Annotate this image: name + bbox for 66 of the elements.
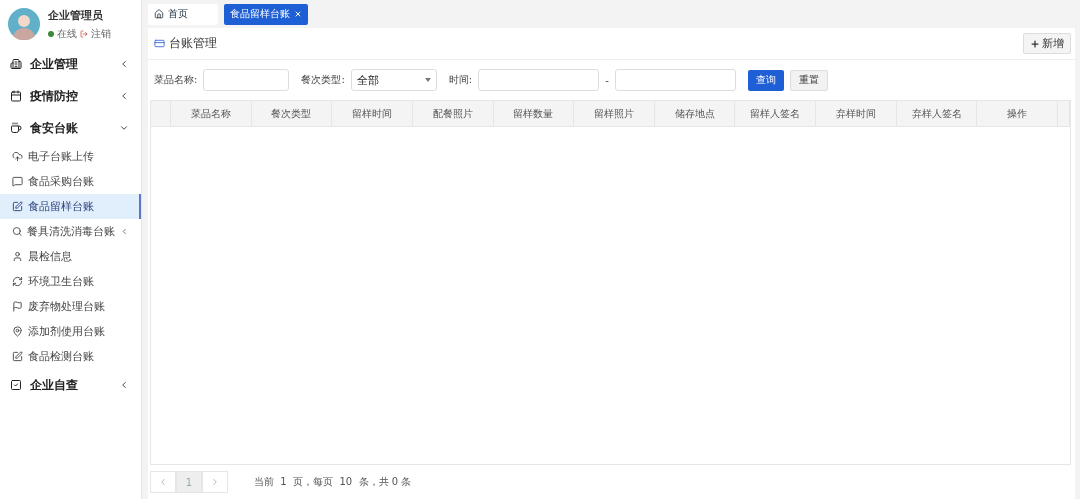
submenu-icon bbox=[12, 151, 23, 162]
meal-type-select[interactable]: 全部 bbox=[350, 69, 437, 91]
menu-icon bbox=[10, 90, 22, 102]
add-button[interactable]: 新增 bbox=[1023, 33, 1071, 54]
plus-icon bbox=[1030, 38, 1040, 49]
status-text: 在线 bbox=[57, 26, 77, 41]
menu-icon bbox=[10, 379, 22, 391]
menu-item[interactable]: 企业管理 bbox=[0, 48, 141, 80]
filter-label: 时间: bbox=[448, 73, 473, 87]
reset-button[interactable]: 重置 bbox=[789, 69, 828, 91]
pagination-summary: 当前 1 页，每页 10 条，共 0 条 bbox=[254, 475, 412, 489]
avatar bbox=[8, 8, 40, 40]
submenu-icon bbox=[12, 226, 23, 237]
column-header: 留样照片 bbox=[594, 106, 634, 121]
column-header: 留样人签名 bbox=[750, 106, 801, 121]
query-button[interactable]: 查询 bbox=[747, 69, 784, 91]
close-icon[interactable] bbox=[294, 10, 302, 18]
dish-name-field[interactable] bbox=[203, 69, 290, 91]
submenu-icon bbox=[12, 201, 23, 212]
column-header: 储存地点 bbox=[674, 106, 715, 121]
user-name: 企业管理员 bbox=[48, 7, 104, 23]
home-icon bbox=[154, 9, 164, 19]
column-header: 弃样时间 bbox=[835, 106, 876, 121]
previous-page-button[interactable] bbox=[150, 471, 176, 493]
tab[interactable]: 首页 bbox=[148, 3, 218, 25]
start-time-field[interactable] bbox=[478, 69, 600, 91]
submenu-item[interactable]: 食品采购台账 bbox=[0, 169, 141, 194]
column-header: 弃样人签名 bbox=[911, 106, 962, 121]
submenu-item[interactable]: 电子台账上传 bbox=[0, 144, 141, 169]
column-header: 菜品名称 bbox=[190, 106, 231, 121]
menu-icon bbox=[10, 122, 22, 134]
status-dot bbox=[48, 30, 54, 37]
submenu-item[interactable]: 餐具清洗消毒台账 bbox=[0, 219, 141, 244]
submenu-item[interactable]: 食品留样台账 bbox=[0, 194, 141, 219]
logout-icon[interactable] bbox=[80, 29, 88, 38]
submenu-item[interactable]: 食品检测台账 bbox=[0, 344, 141, 369]
column-header: 留样时间 bbox=[352, 106, 393, 121]
next-page-button[interactable] bbox=[202, 471, 228, 493]
submenu-icon bbox=[12, 276, 23, 287]
end-time-field[interactable] bbox=[614, 69, 736, 91]
column-header: 操作 bbox=[1007, 106, 1028, 121]
range-separator: - bbox=[605, 74, 609, 86]
submenu-icon bbox=[12, 176, 23, 187]
menu-item[interactable]: 食安台账 bbox=[0, 112, 141, 144]
submenu-item[interactable]: 晨检信息 bbox=[0, 244, 141, 269]
card-icon bbox=[154, 38, 165, 49]
tab[interactable]: 食品留样台账 bbox=[224, 3, 308, 25]
submenu-icon bbox=[12, 301, 23, 312]
submenu-item[interactable]: 环境卫生台账 bbox=[0, 269, 141, 294]
submenu-icon bbox=[12, 251, 23, 262]
filter-label: 餐次类型: bbox=[301, 73, 345, 87]
column-header: 餐次类型 bbox=[271, 106, 312, 121]
column-header: 配餐照片 bbox=[432, 106, 473, 121]
chevron-right-icon bbox=[210, 477, 220, 487]
submenu-item[interactable]: 废弃物处理台账 bbox=[0, 294, 141, 319]
submenu-icon bbox=[12, 351, 23, 362]
submenu-item[interactable]: 添加剂使用台账 bbox=[0, 319, 141, 344]
menu-item[interactable]: 疫情防控 bbox=[0, 80, 141, 112]
menu-item[interactable]: 企业自查 bbox=[0, 369, 141, 401]
menu-icon bbox=[10, 58, 22, 70]
column-header: 留样数量 bbox=[513, 106, 554, 121]
logout-link[interactable]: 注销 bbox=[91, 26, 111, 41]
submenu-icon bbox=[12, 326, 23, 337]
panel-title: 台账管理 bbox=[169, 35, 217, 52]
filter-label: 菜品名称: bbox=[154, 73, 198, 87]
chevron-left-icon bbox=[158, 477, 168, 487]
